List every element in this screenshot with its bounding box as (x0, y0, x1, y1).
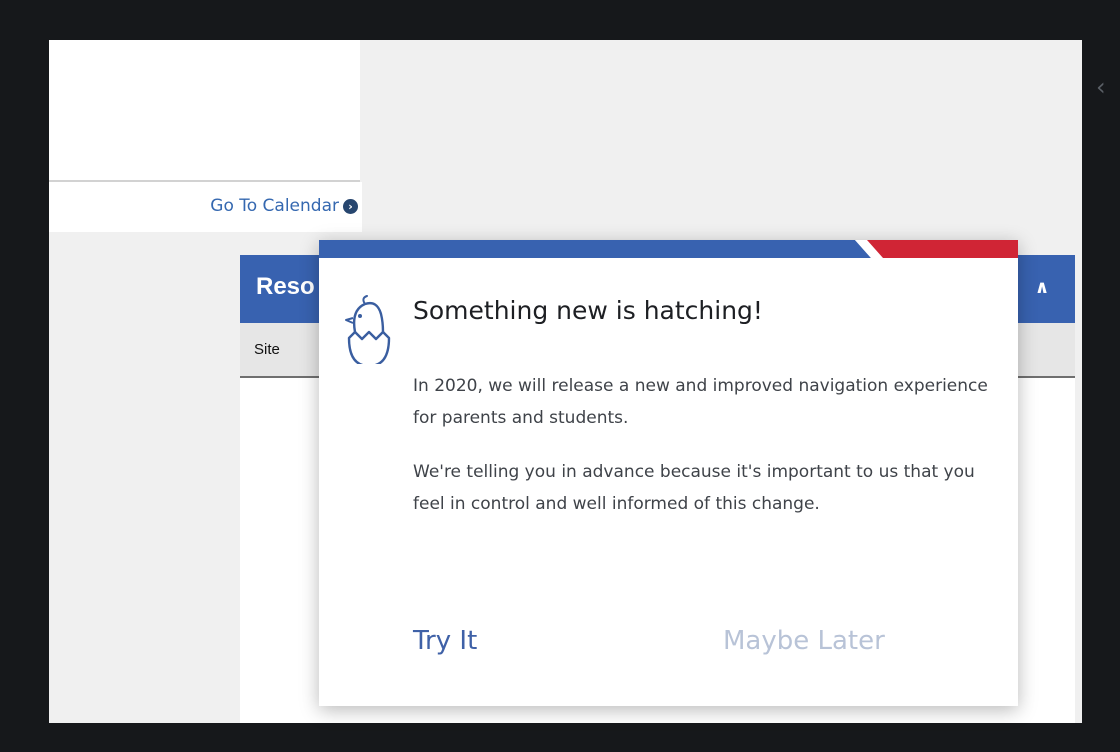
calendar-widget (49, 40, 360, 182)
modal-title: Something new is hatching! (413, 296, 763, 325)
arrow-right-circle-icon: › (343, 198, 358, 214)
calendar-footer: Go To Calendar › (49, 182, 362, 232)
modal-paragraph: We're telling you in advance because it'… (413, 462, 975, 514)
modal-body: In 2020, we will release a new and impro… (413, 370, 993, 542)
maybe-later-button[interactable]: Maybe Later (723, 626, 885, 656)
chevron-up-icon[interactable]: ∧ (1027, 273, 1057, 303)
resources-title: Reso (256, 273, 315, 300)
modal-paragraph: In 2020, we will release a new and impro… (413, 376, 988, 428)
go-to-calendar-link[interactable]: Go To Calendar › (210, 196, 358, 216)
try-it-button[interactable]: Try It (413, 626, 477, 656)
modal-top-stripe (319, 240, 1018, 258)
announcement-modal: Something new is hatching! In 2020, we w… (319, 240, 1018, 706)
go-to-calendar-label: Go To Calendar (210, 196, 339, 216)
hatching-chick-icon (345, 295, 391, 364)
column-header-site: Site (254, 341, 280, 358)
screen-frame: Go To Calendar › Reso ∧ Site ‹ Something… (0, 0, 1120, 752)
chevron-left-icon[interactable]: ‹ (1096, 72, 1120, 102)
